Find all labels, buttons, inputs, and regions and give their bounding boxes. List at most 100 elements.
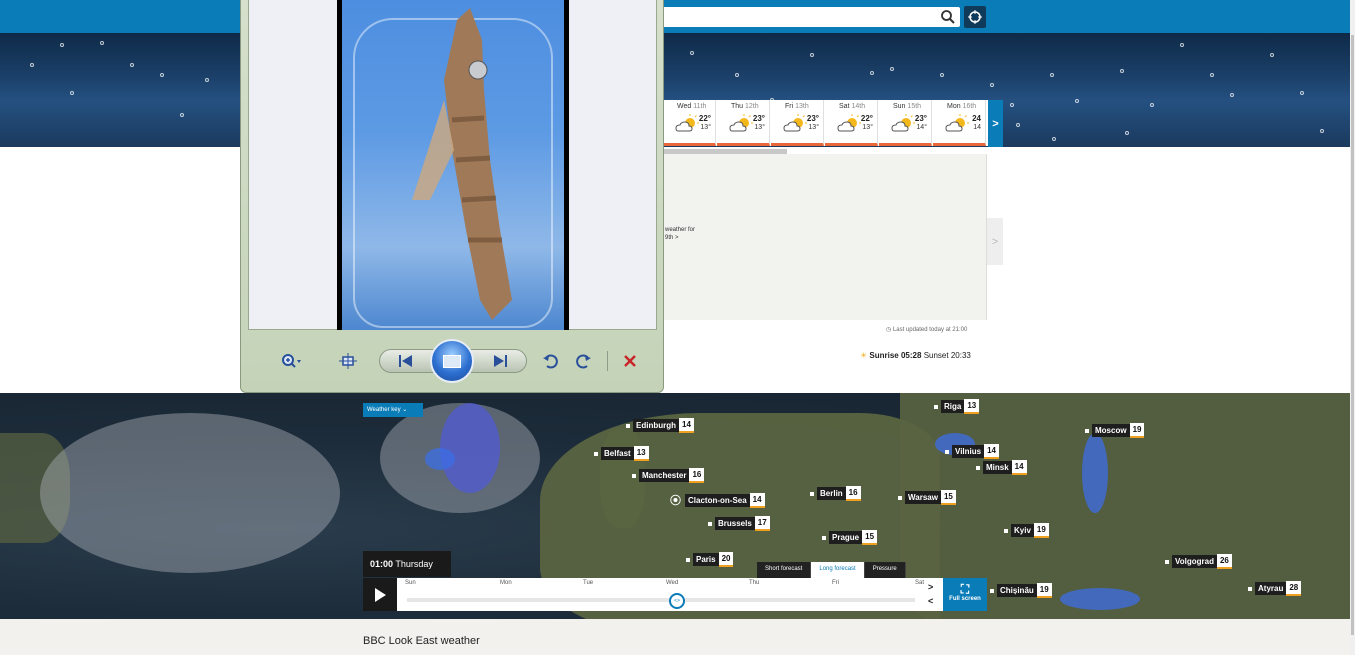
delete-button[interactable] — [619, 351, 641, 371]
city-marker[interactable]: Paris 20 — [686, 552, 734, 567]
tab-pressure[interactable]: Pressure — [864, 562, 906, 578]
search-input[interactable] — [660, 7, 960, 27]
next-button[interactable] — [489, 351, 511, 371]
city-dot — [1165, 559, 1169, 564]
next-icon — [494, 355, 507, 367]
city-marker[interactable]: ⦿ Clacton-on-Sea 14 — [670, 492, 765, 508]
zoom-icon — [282, 354, 301, 368]
fullscreen-button[interactable]: ⛶ Full screen — [943, 578, 987, 611]
page-scrollbar[interactable] — [1350, 0, 1355, 655]
city-marker[interactable]: Edinburgh 14 — [626, 418, 694, 433]
timeline-day[interactable]: Sat — [915, 580, 924, 586]
raindrop — [1075, 99, 1079, 103]
forecast-day[interactable]: Sat 14th 22° 13° — [825, 100, 878, 146]
rain-area — [1082, 433, 1108, 513]
city-name: Volgograd — [1172, 555, 1217, 568]
photo-viewer-window[interactable] — [240, 0, 664, 393]
city-marker[interactable]: Riga 13 — [934, 399, 980, 414]
sun-times: ☀ Sunrise 05:28 Sunset 20:33 — [860, 351, 971, 360]
rotate-right-button[interactable] — [573, 351, 595, 371]
timeline-day[interactable]: Sun — [405, 580, 416, 586]
next-days-button[interactable]: > — [988, 100, 1003, 147]
city-marker[interactable]: Berlin 16 — [810, 486, 861, 501]
city-marker[interactable]: Prague 15 — [822, 530, 878, 545]
day-date: 13th — [795, 103, 809, 110]
forecast-day[interactable]: Wed 11th 22° 13° — [663, 100, 716, 146]
location-pin-icon: ⦿ — [670, 495, 681, 507]
city-marker[interactable]: Minsk 14 — [976, 460, 1027, 475]
time-day: Thursday — [395, 559, 433, 569]
city-marker[interactable]: Vilnius 14 — [945, 444, 999, 459]
timeline-day[interactable]: Thu — [749, 580, 759, 586]
tab-short-forecast[interactable]: Short forecast — [757, 562, 812, 578]
weather-key-button[interactable]: Weather key ⌄ — [363, 403, 423, 417]
city-marker[interactable]: Moscow 19 — [1085, 423, 1145, 438]
rain-area — [440, 403, 500, 493]
side-next-button[interactable]: > — [987, 218, 1003, 265]
city-marker[interactable]: Volgograd 26 — [1165, 554, 1232, 569]
fit-window-button[interactable] — [337, 351, 359, 371]
city-marker[interactable]: Chișinău 19 — [990, 583, 1052, 598]
timeline-day[interactable]: Fri — [832, 580, 839, 586]
search-icon[interactable] — [940, 9, 956, 25]
timeline-day[interactable]: Tue — [583, 580, 593, 586]
day-label: Mon — [947, 103, 961, 110]
play-button[interactable] — [363, 578, 397, 611]
raindrop — [160, 73, 164, 77]
timeline-day[interactable]: Mon — [500, 580, 512, 586]
city-name: Berlin — [817, 487, 846, 500]
raindrop — [180, 113, 184, 117]
city-name: Moscow — [1092, 424, 1130, 437]
previous-icon — [399, 355, 412, 367]
sunny-intervals-icon — [729, 114, 753, 132]
raindrop — [690, 51, 694, 55]
city-marker[interactable]: Atyrau 28 — [1248, 581, 1302, 596]
day-low: 14 — [973, 124, 981, 131]
weather-link[interactable]: weather for 9th > — [665, 226, 695, 242]
city-marker[interactable]: Belfast 13 — [594, 446, 649, 461]
timeline-prev-button[interactable]: < — [928, 594, 933, 608]
forecast-day[interactable]: Thu 12th 23° 13° — [717, 100, 770, 146]
page-scrollbar-thumb[interactable] — [1351, 35, 1354, 635]
city-marker[interactable]: Warsaw 15 — [898, 490, 956, 505]
day-low: 13° — [700, 124, 711, 131]
forecast-day[interactable]: Mon 16th 24 14 — [933, 100, 986, 146]
city-name: Edinburgh — [633, 419, 679, 432]
tab-long-forecast[interactable]: Long forecast — [811, 562, 865, 578]
city-dot — [594, 451, 598, 456]
day-name: Wed 11th — [677, 103, 706, 110]
day-high: 23° — [752, 114, 765, 123]
rotate-left-button[interactable] — [539, 351, 561, 371]
timeline-next-button[interactable]: > — [928, 580, 933, 594]
raindrop — [1120, 69, 1124, 73]
previous-button[interactable] — [395, 351, 417, 371]
city-temp: 14 — [984, 444, 999, 459]
city-marker[interactable]: Manchester 16 — [632, 468, 705, 483]
sunny-intervals-icon — [891, 114, 915, 132]
city-temp: 19 — [1036, 583, 1052, 598]
zoom-button[interactable] — [281, 351, 303, 371]
photo-image — [337, 0, 569, 330]
city-dot — [976, 465, 980, 470]
slideshow-icon — [443, 354, 461, 368]
map-tabs: Short forecast Long forecast Pressure — [757, 562, 906, 578]
city-temp: 17 — [754, 516, 770, 531]
city-name: Prague — [829, 531, 863, 544]
city-dot — [626, 423, 630, 428]
locate-me-button[interactable] — [964, 6, 986, 28]
forecast-day[interactable]: Fri 13th 23° 13° — [771, 100, 824, 146]
slideshow-button[interactable] — [430, 339, 474, 383]
raindrop — [70, 91, 74, 95]
city-name: Atyrau — [1255, 582, 1287, 595]
chevron-down-icon: ⌄ — [402, 407, 408, 413]
day-name: Mon 16th — [947, 103, 976, 110]
timeline-track[interactable] — [407, 598, 915, 602]
raindrop — [1150, 103, 1154, 107]
city-temp: 28 — [1286, 581, 1302, 596]
city-marker[interactable]: Kyiv 19 — [1004, 523, 1049, 538]
city-marker[interactable]: Brussels 17 — [708, 516, 770, 531]
city-dot — [1248, 586, 1252, 591]
forecast-day[interactable]: Sun 15th 23° 14° — [879, 100, 932, 146]
timeline-scrubber[interactable]: <> — [669, 593, 685, 609]
timeline-day[interactable]: Wed — [666, 580, 678, 586]
